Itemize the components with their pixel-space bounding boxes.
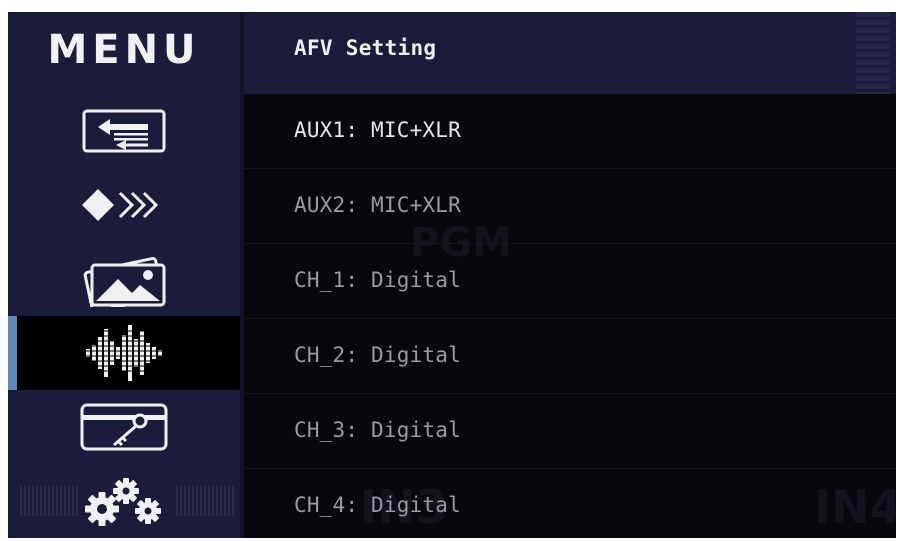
meter-dots-left [20, 486, 80, 516]
list-item-label: CH_1: Digital [294, 268, 461, 292]
sidebar-item-audio[interactable] [8, 316, 240, 390]
list-item-label: CH_2: Digital [294, 343, 461, 367]
sidebar-item-access[interactable] [8, 390, 240, 464]
sidebar-item-media[interactable] [8, 242, 240, 316]
gears-icon [85, 478, 161, 526]
meter-dots-right [176, 486, 236, 516]
active-indicator [8, 316, 17, 390]
level-meter-icon [856, 12, 890, 94]
sidebar-item-settings[interactable] [8, 464, 240, 538]
list-item-label: AUX2: MIC+XLR [294, 193, 461, 217]
list-item-label: CH_3: Digital [294, 418, 461, 442]
list-item-aux2[interactable]: AUX2: MIC+XLR [244, 169, 896, 244]
image-gallery-icon [83, 257, 166, 307]
list-item-ch4[interactable]: CH_4: Digital [244, 469, 896, 538]
list-item-aux1[interactable]: AUX1: MIC+XLR [244, 94, 896, 169]
transition-arrows-icon [82, 189, 159, 221]
audio-waveform-icon [84, 325, 164, 381]
menu-title: MENU [47, 27, 201, 73]
key-card-icon [80, 403, 168, 451]
list-item-ch3[interactable]: CH_3: Digital [244, 394, 896, 469]
list-item-label: CH_4: Digital [294, 493, 461, 517]
menu-screen: PGM IN3 IN4 MENU AFV Setting AUX1: MIC+X… [8, 12, 896, 538]
list-item-ch1[interactable]: CH_1: Digital [244, 244, 896, 319]
list-item-label: AUX1: MIC+XLR [294, 118, 461, 142]
list-item-ch2[interactable]: CH_2: Digital [244, 319, 896, 394]
content-header: AFV Setting [244, 12, 896, 94]
input-switch-icon [82, 109, 166, 153]
page-title: AFV Setting [294, 36, 437, 60]
sidebar: MENU [8, 12, 240, 538]
sidebar-item-input[interactable] [8, 94, 240, 168]
sidebar-item-transition[interactable] [8, 168, 240, 242]
